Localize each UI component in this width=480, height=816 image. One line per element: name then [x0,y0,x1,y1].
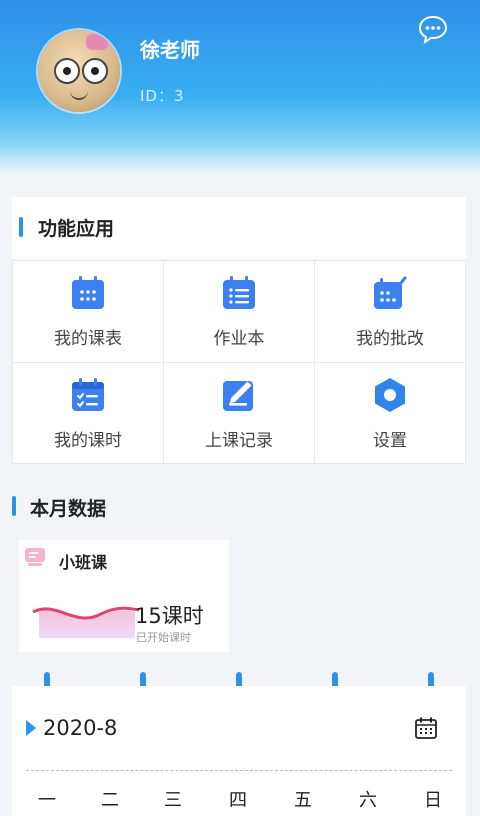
feature-label: 上课记录 [205,430,273,451]
avatar-mouth [70,90,88,100]
wave-decoration [32,606,140,638]
feature-class-records[interactable]: 上课记录 [164,362,314,463]
teacher-name: 徐老师 [140,38,200,62]
feature-homework[interactable]: 作业本 [164,261,314,362]
avatar-cap [86,34,108,50]
class-card-icon [25,548,45,566]
notebook-pen-icon [223,379,253,411]
calendar-divider [26,770,452,771]
avatar-eye-right [82,58,108,84]
feature-label: 设置 [373,430,407,451]
feature-my-grading[interactable]: 我的批改 [315,261,465,362]
features-grid: 我的课表 作业本 我的批改 我的课时 上课记录 设置 [12,260,466,464]
calendar-month[interactable]: 2020-8 [43,716,117,740]
feature-label: 我的批改 [356,329,424,349]
class-stat-card[interactable]: 小班课 15课时 已开始课时 [19,540,229,652]
weekday-label: 四 [229,790,247,811]
features-title: 功能应用 [38,218,115,240]
feature-label: 我的课时 [54,430,122,451]
weekday-label: 三 [164,790,182,811]
features-header: 功能应用 [12,197,466,259]
list-calendar-icon [223,276,255,309]
teacher-id: ID：3 [140,87,185,105]
message-icon[interactable] [418,14,448,44]
feature-settings[interactable]: 设置 [315,362,465,463]
section-accent-bar [19,217,23,237]
calendar-edit-icon [374,276,407,309]
weekday-label: 一 [38,790,56,811]
class-hours-value: 15课时 [135,604,204,628]
class-card-title: 小班课 [59,553,108,572]
calendar-grid-icon [72,276,104,309]
avatar[interactable] [38,30,120,112]
weekday-label: 六 [359,790,377,811]
feature-label: 作业本 [213,329,265,349]
feature-my-schedule[interactable]: 我的课表 [13,261,163,362]
weekday-label: 日 [424,790,442,811]
feature-my-hours[interactable]: 我的课时 [13,362,163,463]
weekday-label: 二 [101,790,119,811]
hexagon-gear-icon [375,377,405,412]
calendar-checklist-icon [72,377,104,411]
weekday-label: 五 [294,790,312,811]
month-triangle-icon [26,720,36,736]
section-accent-bar [12,496,16,516]
monthly-title: 本月数据 [30,498,107,520]
feature-label: 我的课表 [54,329,122,349]
class-hours-subtitle: 已开始课时 [136,631,191,644]
calendar-picker-icon[interactable] [414,716,438,740]
avatar-eye-left [54,58,80,84]
calendar-card: 2020-8 一 二 三 四 五 六 日 [12,686,466,816]
